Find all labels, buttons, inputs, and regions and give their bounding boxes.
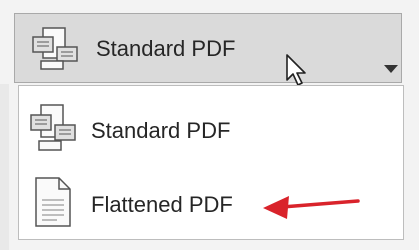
background-panel <box>0 84 9 250</box>
option-label: Flattened PDF <box>91 192 233 217</box>
flattened-pdf-icon <box>33 176 73 233</box>
red-arrow-icon <box>262 189 362 228</box>
selected-value: Standard PDF <box>96 36 236 61</box>
option-standard-pdf[interactable]: Standard PDF <box>19 100 403 164</box>
arrow-shaft <box>280 199 360 209</box>
standard-pdf-icon <box>31 25 89 78</box>
arrow-head <box>263 196 289 219</box>
chevron-down-icon[interactable] <box>384 60 398 78</box>
option-label: Standard PDF <box>91 118 231 143</box>
standard-pdf-icon <box>29 102 87 159</box>
pdf-type-dropdown[interactable]: Standard PDF <box>14 13 402 83</box>
